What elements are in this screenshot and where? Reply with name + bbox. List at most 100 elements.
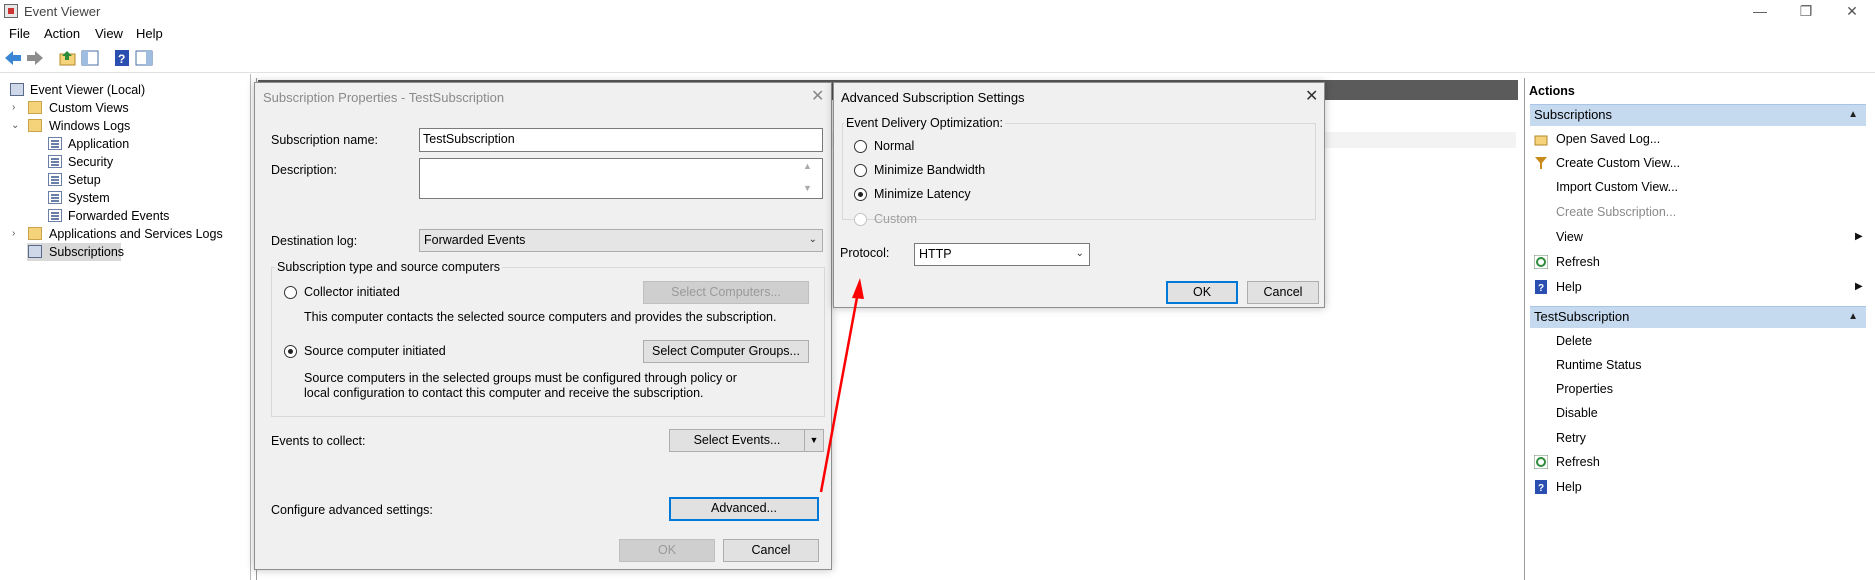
description-input[interactable] (419, 158, 823, 199)
delivery-optimization-legend: Event Delivery Optimization: (844, 116, 1006, 130)
normal-radio[interactable] (854, 140, 867, 153)
collector-initiated-label: Collector initiated (304, 285, 400, 299)
source-initiated-radio[interactable] (284, 345, 297, 358)
forward-arrow-icon[interactable] (25, 49, 45, 67)
dialog-title: Subscription Properties - TestSubscripti… (263, 90, 505, 105)
chevron-right-icon[interactable]: › (12, 229, 20, 239)
actions-section-testsubscription[interactable]: TestSubscription ▲ (1530, 306, 1866, 328)
minimize-bandwidth-radio[interactable] (854, 164, 867, 177)
action-properties[interactable]: Properties (1556, 382, 1613, 396)
advanced-ok-button[interactable]: OK (1166, 281, 1238, 304)
subscription-ok-button[interactable]: OK (619, 539, 715, 562)
log-icon (48, 137, 62, 150)
chevron-right-icon[interactable]: › (12, 103, 20, 113)
advanced-subscription-settings-dialog: Advanced Subscription Settings ✕ Event D… (833, 82, 1325, 308)
refresh-icon (1533, 454, 1549, 470)
actions-title: Actions (1529, 84, 1575, 98)
action-disable[interactable]: Disable (1556, 406, 1598, 420)
event-viewer-app-icon (4, 4, 18, 18)
subscription-cancel-button[interactable]: Cancel (723, 539, 819, 562)
svg-text:?: ? (1538, 483, 1544, 494)
custom-radio[interactable] (854, 213, 867, 226)
actions-pane (1524, 78, 1875, 580)
chevron-down-icon: ⌄ (1075, 248, 1084, 259)
select-computers-button[interactable]: Select Computers... (643, 281, 809, 304)
filter-icon (1534, 156, 1548, 170)
log-icon (48, 173, 62, 186)
advanced-dialog-title: Advanced Subscription Settings (841, 90, 1025, 105)
collector-description: This computer contacts the selected sour… (304, 310, 777, 324)
chevron-down-icon[interactable]: ⌄ (11, 121, 19, 131)
title-bar: Event Viewer — ❐ ✕ (0, 0, 1875, 24)
close-icon[interactable]: ✕ (1305, 89, 1318, 105)
action-open-saved-log[interactable]: Open Saved Log... (1556, 132, 1660, 146)
action-view[interactable]: View (1556, 230, 1583, 244)
submenu-arrow-icon: ▶ (1855, 281, 1863, 292)
log-icon (48, 155, 62, 168)
show-action-pane-icon[interactable] (134, 49, 154, 67)
menu-help[interactable]: Help (136, 26, 163, 41)
restore-button[interactable]: ❐ (1783, 0, 1829, 24)
window-title: Event Viewer (24, 4, 101, 19)
show-hide-tree-icon[interactable] (80, 49, 100, 67)
scroll-down-icon[interactable]: ▼ (803, 183, 812, 193)
help-icon: ? (1534, 480, 1548, 494)
action-create-subscription[interactable]: Create Subscription... (1556, 205, 1676, 219)
action-retry[interactable]: Retry (1556, 431, 1586, 445)
minimize-latency-label: Minimize Latency (874, 187, 971, 201)
up-folder-icon[interactable] (58, 49, 78, 67)
close-window-button[interactable]: ✕ (1829, 0, 1875, 24)
collapse-up-icon[interactable]: ▲ (1848, 105, 1858, 125)
subscription-name-label: Subscription name: (271, 133, 379, 147)
action-delete[interactable]: Delete (1556, 334, 1592, 348)
source-initiated-label: Source computer initiated (304, 344, 446, 358)
action-help[interactable]: Help (1556, 280, 1582, 294)
help-icon[interactable]: ? (112, 49, 132, 67)
help-icon: ? (1534, 280, 1548, 294)
source-description-line-2: local configuration to contact this comp… (304, 386, 704, 400)
menu-view[interactable]: View (95, 26, 123, 41)
folder-icon (28, 101, 42, 114)
minimize-button[interactable]: — (1737, 0, 1783, 24)
action-runtime-status[interactable]: Runtime Status (1556, 358, 1641, 372)
protocol-select[interactable]: HTTP ⌄ (914, 243, 1090, 266)
action-refresh[interactable]: Refresh (1556, 255, 1600, 269)
back-arrow-icon[interactable] (3, 49, 23, 67)
advanced-button[interactable]: Advanced... (669, 497, 819, 521)
menu-file[interactable]: File (9, 26, 30, 41)
open-folder-icon (1534, 132, 1548, 146)
normal-label: Normal (874, 139, 915, 153)
folder-icon (28, 227, 42, 240)
refresh-icon (1533, 254, 1549, 270)
annotation-arrow (819, 278, 864, 493)
tree-item-subscriptions[interactable]: Subscriptions (27, 243, 124, 261)
submenu-arrow-icon: ▶ (1855, 231, 1863, 242)
advanced-cancel-button[interactable]: Cancel (1247, 281, 1319, 304)
source-description-line-1: Source computers in the selected groups … (304, 371, 737, 385)
action-import-custom-view[interactable]: Import Custom View... (1556, 180, 1678, 194)
collector-initiated-radio[interactable] (284, 286, 297, 299)
custom-label: Custom (874, 212, 918, 226)
minimize-bandwidth-label: Minimize Bandwidth (874, 163, 986, 177)
actions-section-subscriptions[interactable]: Subscriptions ▲ (1530, 104, 1866, 126)
svg-text:?: ? (118, 52, 125, 66)
advanced-settings-label: Configure advanced settings: (271, 503, 433, 517)
scroll-up-icon[interactable]: ▲ (803, 161, 812, 171)
log-icon (48, 209, 62, 222)
folder-icon (28, 119, 42, 132)
subscription-name-input[interactable]: TestSubscription (419, 128, 823, 152)
select-computer-groups-button[interactable]: Select Computer Groups... (643, 340, 809, 363)
subscription-properties-dialog: Subscription Properties - TestSubscripti… (254, 82, 832, 570)
select-events-button[interactable]: Select Events... (669, 429, 805, 452)
console-tree: Event Viewer (Local) › Custom Views ⌄ Wi… (0, 74, 251, 580)
destination-log-select[interactable]: Forwarded Events ⌄ (419, 229, 823, 252)
action-refresh-subscription[interactable]: Refresh (1556, 455, 1600, 469)
close-icon[interactable]: ✕ (811, 89, 824, 105)
menu-action[interactable]: Action (44, 26, 80, 41)
events-to-collect-label: Events to collect: (271, 434, 366, 448)
collapse-up-icon[interactable]: ▲ (1848, 307, 1858, 327)
action-help-subscription[interactable]: Help (1556, 480, 1582, 494)
subscription-type-legend: Subscription type and source computers (275, 260, 503, 274)
action-create-custom-view[interactable]: Create Custom View... (1556, 156, 1680, 170)
minimize-latency-radio[interactable] (854, 188, 867, 201)
